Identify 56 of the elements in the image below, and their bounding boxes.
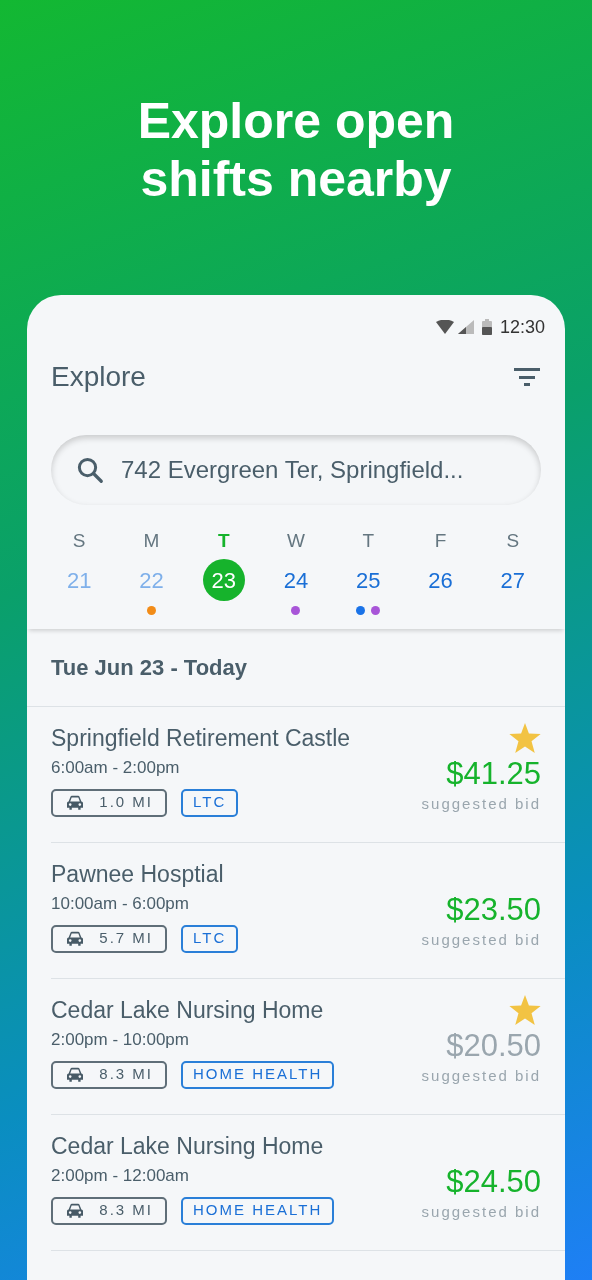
shift-time: 2:00pm - 12:00am: [51, 1165, 190, 1187]
date-button[interactable]: 24: [275, 559, 317, 601]
shift-row[interactable]: Pawnee Hosptial 10:00am - 6:00pm 5.7 MI LTC $23.50 suggested bid: [51, 843, 565, 979]
page-title: Explore: [51, 360, 146, 394]
date-button[interactable]: 23: [202, 559, 245, 601]
weekday-label: F: [434, 529, 447, 553]
car-icon: [65, 930, 85, 947]
price-note: suggested bid: [421, 930, 541, 950]
care-type-tag: HOME HEALTH: [181, 1060, 335, 1089]
car-icon: [65, 1202, 85, 1219]
distance-text: 5.7 MI: [99, 928, 153, 949]
status-time: 12:30: [499, 315, 545, 339]
shift-time: 10:00am - 6:00pm: [51, 893, 190, 915]
price-note: suggested bid: [421, 1066, 541, 1086]
bid-price: $41.25: [446, 755, 541, 793]
shift-row[interactable]: Cedar Lake Nursing Home 2:00pm - 10:00pm 8.3 MI HOME HEALTH $20.50 suggested bid: [51, 979, 565, 1115]
shift-time: 2:00pm - 10:00pm: [51, 1029, 190, 1051]
search-icon: [75, 455, 105, 485]
headline: Explore open shifts nearby: [136, 92, 456, 208]
weekday-label: M: [143, 529, 160, 553]
weekday-label: T: [362, 529, 375, 553]
car-icon: [65, 794, 85, 811]
date-button[interactable]: 27: [491, 559, 534, 601]
star-icon[interactable]: [509, 723, 541, 753]
facility-name: Cedar Lake Nursing Home: [51, 1132, 325, 1161]
care-type-tag: LTC: [181, 924, 239, 953]
bid-price: $23.50: [446, 891, 541, 929]
weekday-label: S: [506, 529, 520, 553]
facility-name: Cedar Lake Nursing Home: [51, 996, 325, 1025]
price-note: suggested bid: [421, 1202, 541, 1222]
battery-icon: [481, 319, 492, 335]
distance-text: 8.3 MI: [99, 1200, 153, 1221]
price-note: suggested bid: [421, 794, 541, 814]
bid-price: $20.50: [446, 1027, 541, 1065]
distance-text: 1.0 MI: [99, 792, 153, 813]
facility-name: Pawnee Hosptial: [51, 860, 225, 889]
wifi-icon: [435, 320, 454, 334]
car-icon: [65, 1066, 85, 1083]
facility-name: Springfield Retirement Castle: [51, 724, 351, 753]
search-field[interactable]: 742 Evergreen Ter, Springfield...: [121, 452, 517, 488]
section-title: Tue Jun 23 - Today: [51, 655, 247, 680]
shift-row[interactable]: Springfield Retirement Castle 6:00am - 2:00pm 1.0 MI LTC $41.25 suggested bid: [51, 707, 565, 843]
weekday-label: S: [72, 529, 86, 553]
distance-text: 8.3 MI: [99, 1064, 153, 1085]
bid-price: $24.50: [446, 1163, 541, 1201]
shift-time: 6:00am - 2:00pm: [51, 757, 181, 779]
weekday-label: W: [287, 529, 305, 553]
star-icon[interactable]: [509, 995, 541, 1025]
care-type-tag: HOME HEALTH: [181, 1196, 335, 1225]
date-button[interactable]: 26: [419, 559, 462, 601]
filter-icon[interactable]: [513, 367, 541, 387]
shift-row[interactable]: Cedar Lake Nursing Home 2:00pm - 12:00am 8.3 MI HOME HEALTH $24.50 suggested bid: [51, 1115, 565, 1251]
care-type-tag: LTC: [181, 788, 239, 817]
weekday-label: T: [217, 529, 230, 553]
signal-icon: [457, 320, 474, 334]
date-button[interactable]: 25: [347, 559, 390, 601]
